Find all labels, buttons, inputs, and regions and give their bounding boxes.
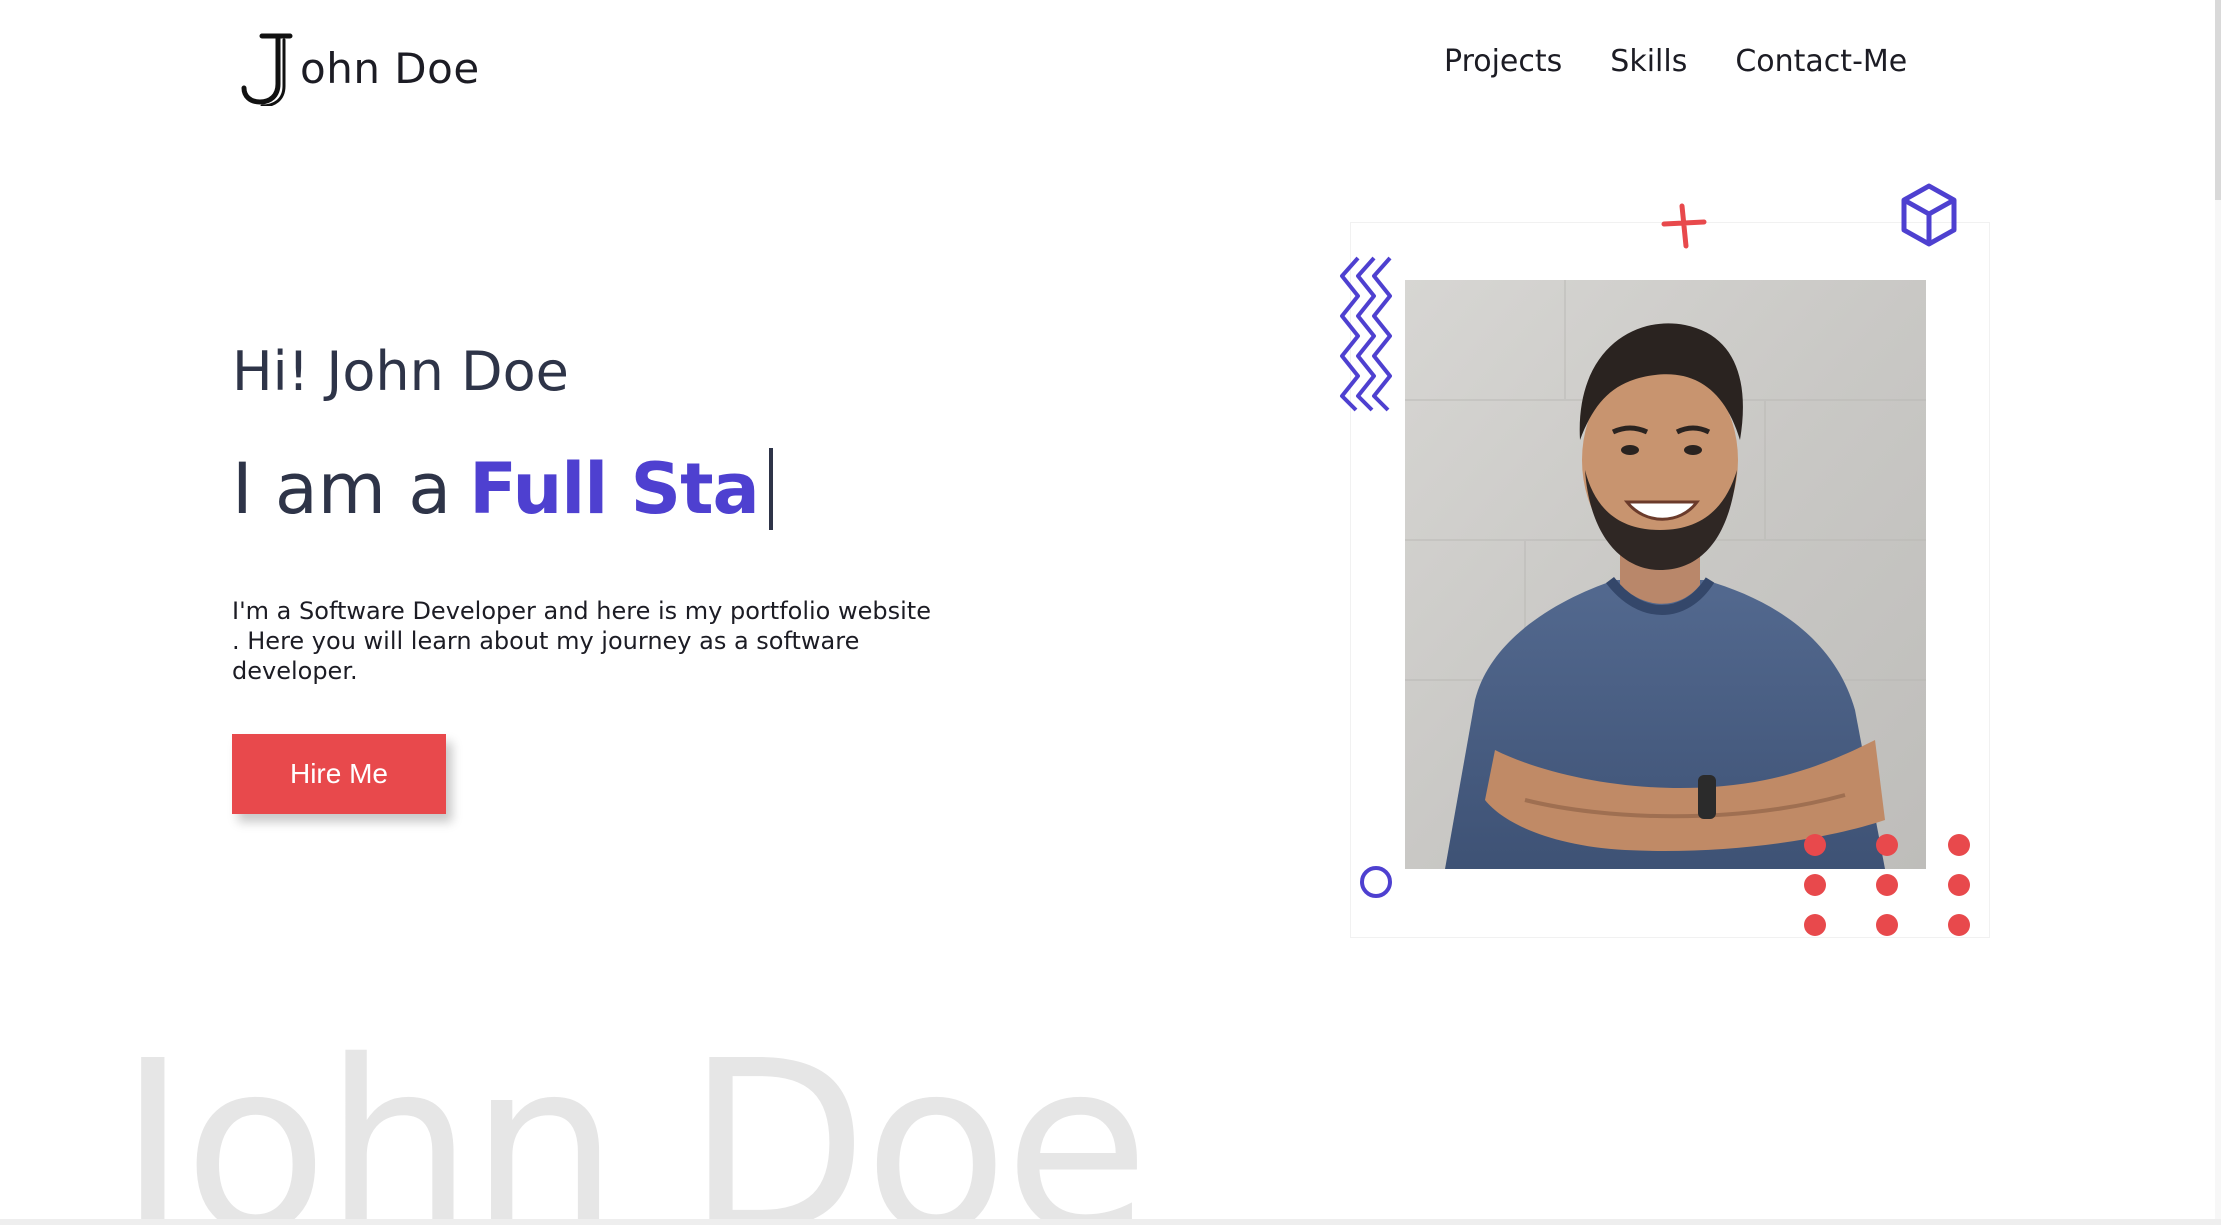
hire-me-button[interactable]: Hire Me bbox=[232, 734, 446, 814]
logo-text: ohn Doe bbox=[300, 43, 480, 93]
scrollbar-thumb[interactable] bbox=[2215, 0, 2221, 200]
role-prefix: I am a bbox=[232, 448, 452, 530]
portrait-illustration bbox=[1405, 280, 1926, 869]
typing-caret bbox=[768, 448, 773, 530]
nav-projects[interactable]: Projects bbox=[1444, 44, 1562, 79]
profile-photo bbox=[1405, 280, 1926, 869]
role-typed-text: Full Sta bbox=[469, 448, 760, 530]
background-watermark-text: John Doe bbox=[118, 1010, 1149, 1225]
hero-role-line: I am a Full Sta bbox=[232, 448, 773, 530]
hero-bio: I'm a Software Developer and here is my … bbox=[232, 597, 931, 685]
nav-contact-me[interactable]: Contact-Me bbox=[1735, 44, 1907, 79]
hero-greeting: Hi! John Doe bbox=[232, 340, 569, 403]
logo[interactable]: ohn Doe bbox=[240, 28, 480, 108]
logo-j-icon bbox=[241, 33, 293, 106]
portfolio-page: ohn Doe Projects Skills Contact-Me Hi! J… bbox=[0, 0, 2221, 1225]
main-nav: Projects Skills Contact-Me bbox=[1444, 44, 1907, 79]
nav-skills[interactable]: Skills bbox=[1610, 44, 1687, 79]
bottom-divider bbox=[0, 1219, 2221, 1225]
